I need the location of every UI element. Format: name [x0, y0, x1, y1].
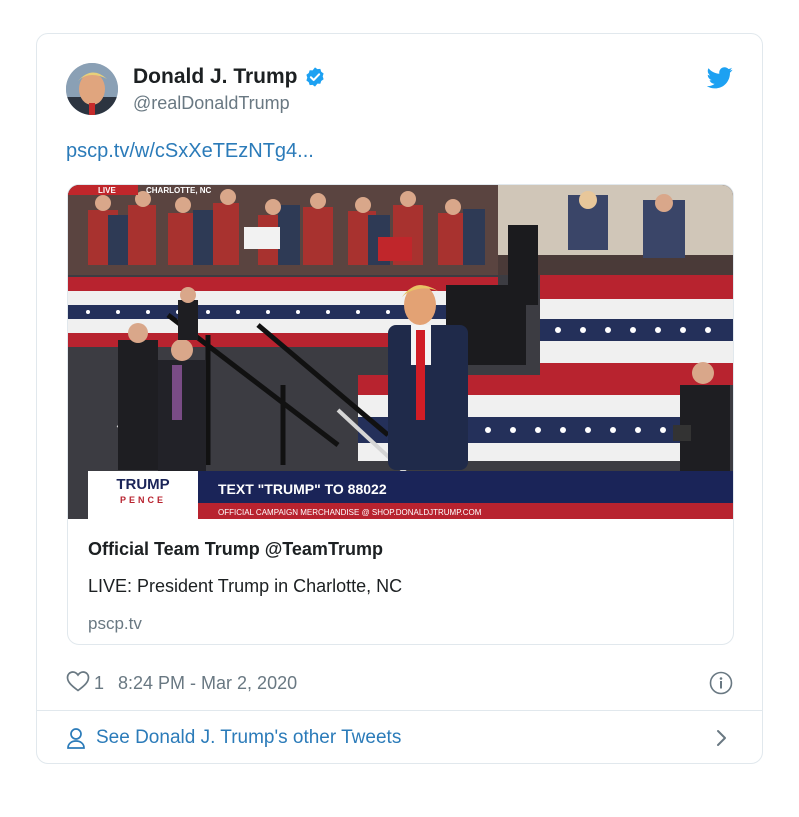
tweet-meta-row: 1 8:24 PM - Mar 2, 2020: [66, 670, 733, 696]
divider: [37, 710, 762, 711]
see-other-tweets-label: See Donald J. Trump's other Tweets: [96, 727, 402, 748]
author-handle[interactable]: @realDonaldTrump: [133, 93, 326, 114]
tweet-header: Donald J. Trump @realDonaldTrump: [66, 63, 733, 119]
tweet-embed-card: Donald J. Trump @realDonaldTrump pscp.tv…: [36, 33, 763, 764]
location-tag: CHARLOTTE, NC: [146, 186, 212, 195]
chevron-right-icon: [715, 727, 729, 749]
info-icon[interactable]: [709, 671, 733, 695]
card-description: LIVE: President Trump in Charlotte, NC: [88, 576, 403, 596]
author-info: Donald J. Trump @realDonaldTrump: [133, 65, 326, 114]
verified-badge-icon: [304, 66, 326, 88]
card-title: Official Team Trump @TeamTrump: [88, 539, 383, 559]
chyron-sub-text: OFFICIAL CAMPAIGN MERCHANDISE @ SHOP.DON…: [218, 508, 482, 517]
like-button[interactable]: 1: [66, 670, 104, 697]
see-other-tweets-link[interactable]: See Donald J. Trump's other Tweets: [66, 724, 733, 752]
live-tag: LIVE: [98, 186, 116, 195]
heart-icon: [66, 670, 90, 697]
like-count: 1: [94, 672, 105, 693]
tweet-timestamp[interactable]: 8:24 PM - Mar 2, 2020: [118, 673, 297, 694]
link-preview-card[interactable]: TRUMP PENCE TEXT "TRUMP" TO 88022 OFFICI…: [67, 184, 734, 645]
chyron-logo-top: TRUMP: [116, 476, 169, 493]
author-avatar[interactable]: [66, 63, 118, 115]
author-display-name[interactable]: Donald J. Trump: [133, 65, 298, 89]
chyron-logo-bottom: PENCE: [120, 495, 166, 505]
card-domain: pscp.tv: [88, 614, 142, 633]
person-icon: [66, 727, 86, 749]
card-body: Official Team Trump @TeamTrump LIVE: Pre…: [88, 539, 713, 634]
tweet-link[interactable]: pscp.tv/w/cSxXeTEzNTg4...: [66, 140, 314, 163]
twitter-bird-icon[interactable]: [706, 67, 733, 89]
chyron-main-text: TEXT "TRUMP" TO 88022: [218, 481, 387, 497]
card-video-thumbnail[interactable]: TRUMP PENCE TEXT "TRUMP" TO 88022 OFFICI…: [68, 185, 733, 519]
